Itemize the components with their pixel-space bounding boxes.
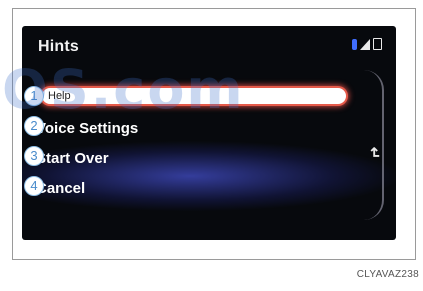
menu-item-help[interactable]: Help [42,88,346,104]
menu-item-voice-settings[interactable]: Voice Settings [36,118,138,140]
callout-3: 3 [24,146,44,166]
scroll-indicator [364,70,384,220]
menu-item-start-over[interactable]: Start Over [36,148,109,170]
status-bar [352,38,382,50]
battery-icon [373,38,382,50]
back-icon[interactable]: ↵ [365,147,383,160]
display-screen: Hints Help Voice Settings Start Over Can… [22,26,396,240]
callout-2: 2 [24,116,44,136]
bluetooth-icon [352,39,357,50]
signal-icon [360,39,370,50]
callout-1: 1 [24,86,44,106]
callout-4: 4 [24,176,44,196]
image-code: CLYAVAZ238 [356,269,419,280]
screen-title: Hints [38,38,79,55]
